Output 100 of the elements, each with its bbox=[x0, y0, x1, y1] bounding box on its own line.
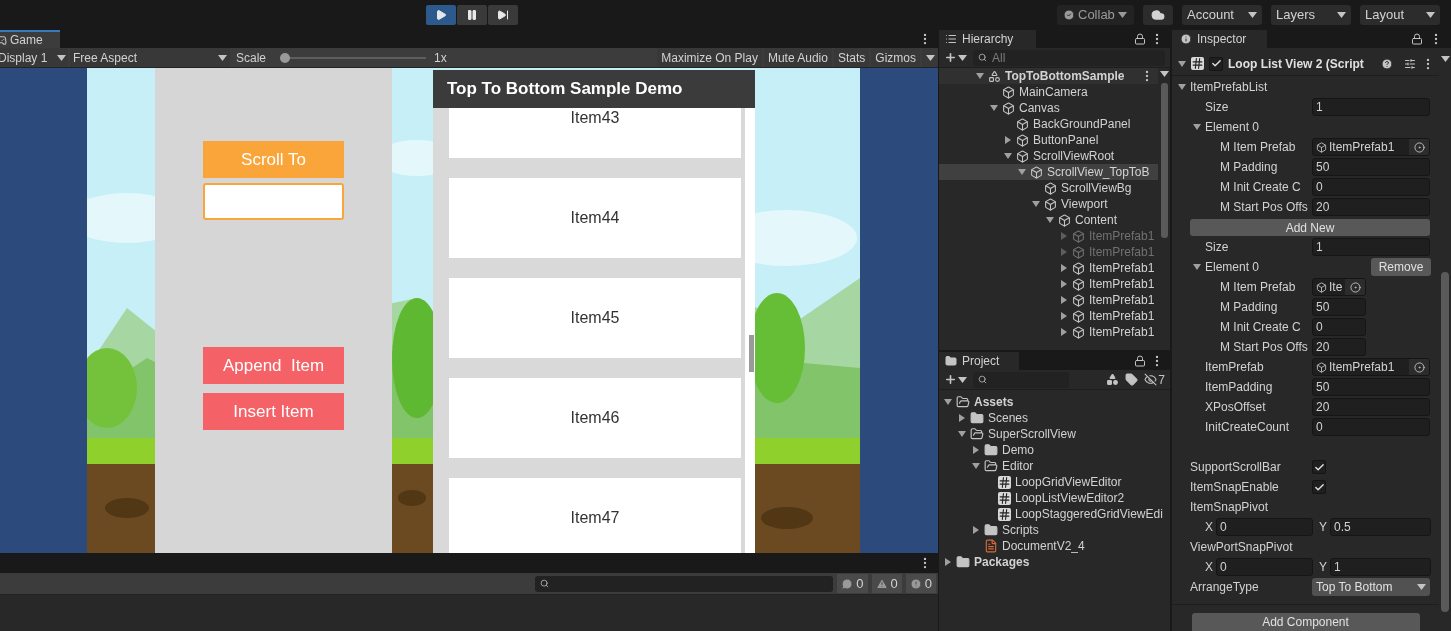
account-menu[interactable]: Account bbox=[1182, 5, 1262, 25]
object-field[interactable]: ItemPrefab1 bbox=[1312, 358, 1430, 376]
hidden-packages-button[interactable]: 7 bbox=[1144, 370, 1165, 389]
tree-item[interactable]: MainCamera bbox=[939, 84, 1158, 100]
tree-item[interactable]: ItemPrefab1 bbox=[939, 260, 1158, 276]
scale-slider[interactable] bbox=[280, 51, 427, 64]
help-icon[interactable] bbox=[1381, 57, 1393, 70]
layout-menu[interactable]: Layout bbox=[1360, 5, 1440, 25]
number-field[interactable]: 0 bbox=[1216, 558, 1313, 576]
picker-icon[interactable] bbox=[1413, 361, 1425, 373]
tree-item[interactable]: ItemPrefab1 bbox=[939, 308, 1158, 324]
tree-item[interactable]: Demo bbox=[939, 442, 1170, 458]
caret-right-icon[interactable] bbox=[944, 558, 952, 566]
list-item[interactable]: Item43 bbox=[449, 108, 741, 158]
tree-item[interactable]: SuperScrollView bbox=[939, 426, 1170, 442]
lock-icon[interactable] bbox=[1411, 33, 1423, 45]
cloud-button[interactable] bbox=[1143, 5, 1173, 25]
pause-button[interactable] bbox=[457, 5, 487, 25]
sliders-icon[interactable] bbox=[1404, 57, 1416, 70]
caret-right-icon[interactable] bbox=[1004, 136, 1012, 144]
search-field[interactable] bbox=[535, 575, 834, 592]
tree-item[interactable]: Content bbox=[939, 212, 1158, 228]
tree-item[interactable]: LoopListViewEditor2 bbox=[939, 490, 1170, 506]
collab-button[interactable]: Collab bbox=[1057, 5, 1134, 25]
dropdown[interactable]: Top To Bottom bbox=[1312, 578, 1430, 596]
log-filter-button[interactable]: 0 bbox=[837, 574, 868, 593]
caret-right-icon[interactable] bbox=[958, 414, 966, 422]
search-field[interactable]: All bbox=[973, 49, 1165, 66]
number-field[interactable]: 50 bbox=[1312, 158, 1430, 176]
caret-right-icon[interactable] bbox=[972, 446, 980, 454]
create-button[interactable] bbox=[944, 373, 967, 386]
list-item[interactable]: Item47 bbox=[449, 478, 741, 553]
layers-menu[interactable]: Layers bbox=[1271, 5, 1351, 25]
caret-down-icon[interactable] bbox=[958, 430, 966, 438]
caret-down-icon[interactable] bbox=[1178, 83, 1186, 91]
caret-down-icon[interactable] bbox=[976, 72, 984, 80]
tree-item[interactable]: DocumentV2_4 bbox=[939, 538, 1170, 554]
toolbar-toggle[interactable]: Gizmos bbox=[871, 48, 920, 67]
number-field[interactable]: 0 bbox=[1312, 318, 1366, 336]
tree-item[interactable]: Editor bbox=[939, 458, 1170, 474]
caret-down-icon[interactable] bbox=[1193, 123, 1201, 131]
object-field[interactable]: ItemPrefab1 bbox=[1312, 138, 1430, 156]
caret-down-icon[interactable] bbox=[1193, 263, 1201, 271]
inspector-tab[interactable]: Inspector bbox=[1172, 30, 1267, 48]
game-tab[interactable]: Game bbox=[0, 30, 60, 48]
lock-icon[interactable] bbox=[1134, 355, 1146, 367]
tree-item[interactable]: ScrollViewBg bbox=[939, 180, 1158, 196]
picker-icon[interactable] bbox=[1413, 141, 1425, 153]
tree-item[interactable]: Scenes bbox=[939, 410, 1170, 426]
tree-item[interactable]: Viewport bbox=[939, 196, 1158, 212]
foldout-label[interactable]: Element 0 bbox=[1205, 258, 1260, 276]
tree-item[interactable]: TopToBottomSample bbox=[939, 68, 1158, 84]
search-field[interactable] bbox=[973, 371, 1069, 388]
object-field[interactable]: Ite bbox=[1312, 278, 1366, 296]
number-field[interactable]: 1 bbox=[1312, 238, 1430, 256]
foldout-label[interactable]: ItemPrefabList bbox=[1190, 78, 1268, 96]
shapes-icon[interactable] bbox=[1106, 373, 1120, 386]
foldout-label[interactable]: Element 0 bbox=[1205, 118, 1260, 136]
hierarchy-tab[interactable]: Hierarchy bbox=[939, 30, 1036, 48]
toolbar-toggle[interactable]: Stats bbox=[833, 48, 870, 67]
tag-icon[interactable] bbox=[1125, 373, 1139, 386]
checkbox[interactable] bbox=[1312, 460, 1326, 474]
add-component-button[interactable]: Add Component bbox=[1191, 613, 1420, 631]
list-item[interactable]: Item44 bbox=[449, 178, 741, 258]
index-field[interactable] bbox=[203, 183, 344, 220]
picker-icon[interactable] bbox=[1349, 281, 1361, 293]
tree-item[interactable]: LoopStaggeredGridViewEdi bbox=[939, 506, 1170, 522]
number-field[interactable]: 20 bbox=[1312, 338, 1366, 356]
add-new-button[interactable]: Add New bbox=[1190, 218, 1430, 236]
number-field[interactable]: 0 bbox=[1312, 178, 1430, 196]
tree-item[interactable]: ItemPrefab1 bbox=[939, 292, 1158, 308]
caret-down-icon[interactable] bbox=[990, 104, 998, 112]
tree-item[interactable]: ButtonPanel bbox=[939, 132, 1158, 148]
tree-item[interactable]: Assets bbox=[939, 394, 1170, 410]
lock-icon[interactable] bbox=[1134, 33, 1146, 45]
list-item[interactable]: Item46 bbox=[449, 378, 741, 458]
tree-item[interactable]: LoopGridViewEditor bbox=[939, 474, 1170, 490]
tree-item[interactable]: ItemPrefab1 bbox=[939, 276, 1158, 292]
tree-item[interactable]: Scripts bbox=[939, 522, 1170, 538]
number-field[interactable]: 50 bbox=[1312, 378, 1430, 396]
checkbox[interactable] bbox=[1312, 480, 1326, 494]
tree-item[interactable]: Canvas bbox=[939, 100, 1158, 116]
step-button[interactable] bbox=[488, 5, 518, 25]
remove-button[interactable]: Remove bbox=[1371, 258, 1431, 276]
log-filter-button[interactable]: 0 bbox=[905, 574, 936, 593]
caret-down-icon[interactable] bbox=[1178, 59, 1186, 68]
number-field[interactable]: 0 bbox=[1312, 418, 1430, 436]
project-tab[interactable]: Project bbox=[939, 352, 1019, 370]
tree-item[interactable]: Packages bbox=[939, 554, 1170, 570]
tree-item[interactable]: BackGroundPanel bbox=[939, 116, 1158, 132]
aspect-dropdown[interactable]: Free Aspect bbox=[70, 48, 230, 67]
tree-item[interactable]: ItemPrefab1 bbox=[939, 324, 1158, 340]
play-button[interactable] bbox=[426, 5, 456, 25]
toolbar-toggle[interactable]: Mute Audio bbox=[763, 48, 832, 67]
caret-down-icon[interactable] bbox=[944, 398, 952, 406]
number-field[interactable]: 1 bbox=[1312, 98, 1430, 116]
list-item[interactable]: Item45 bbox=[449, 278, 741, 358]
tree-item[interactable]: ScrollViewRoot bbox=[939, 148, 1158, 164]
tree-item[interactable]: ScrollView_TopToB bbox=[939, 164, 1158, 180]
create-button[interactable] bbox=[944, 51, 967, 64]
